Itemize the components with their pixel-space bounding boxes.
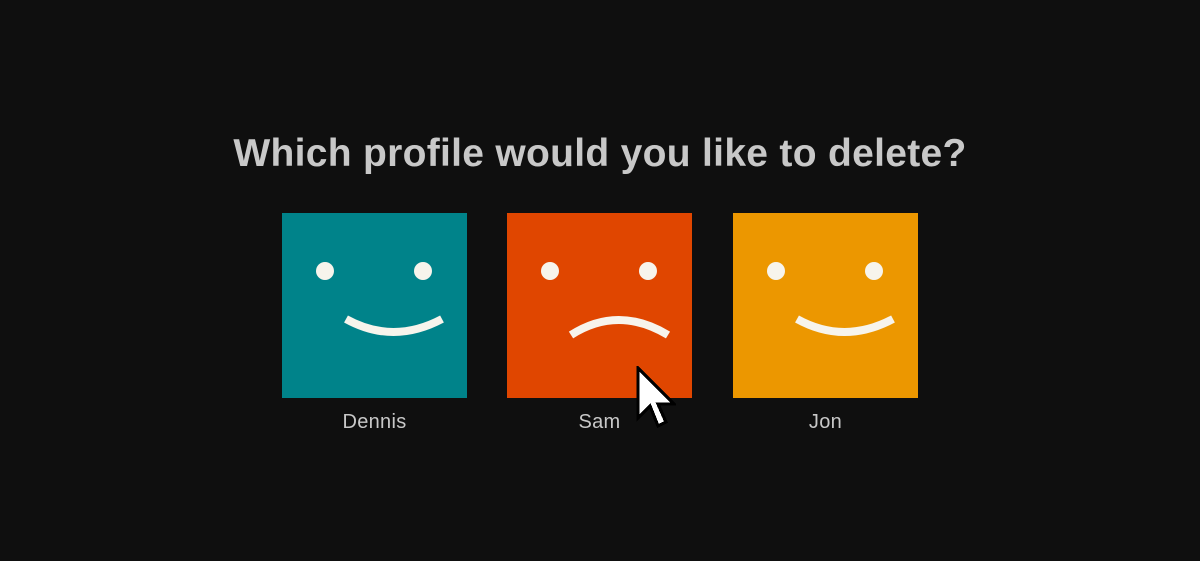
left-eye (316, 262, 334, 280)
right-eye (865, 262, 883, 280)
avatar-background (733, 213, 918, 398)
avatar-background (282, 213, 467, 398)
avatar-dennis[interactable] (282, 213, 467, 398)
page-title: Which profile would you like to delete? (233, 132, 967, 175)
left-eye (767, 262, 785, 280)
profile-dennis[interactable]: Dennis (282, 213, 467, 434)
avatar-jon[interactable] (733, 213, 918, 398)
profile-name: Jon (808, 411, 843, 433)
profile-jon[interactable]: Jon (733, 213, 918, 434)
left-eye (541, 262, 559, 280)
right-eye (414, 262, 432, 280)
arrow-cursor-icon (636, 366, 676, 429)
profile-delete-screen: Which profile would you like to delete? … (0, 0, 1200, 561)
cursor-shape (636, 366, 676, 429)
profile-list: Dennis Sam Jon (282, 213, 918, 453)
right-eye (639, 262, 657, 280)
profile-name: Dennis (342, 411, 407, 433)
